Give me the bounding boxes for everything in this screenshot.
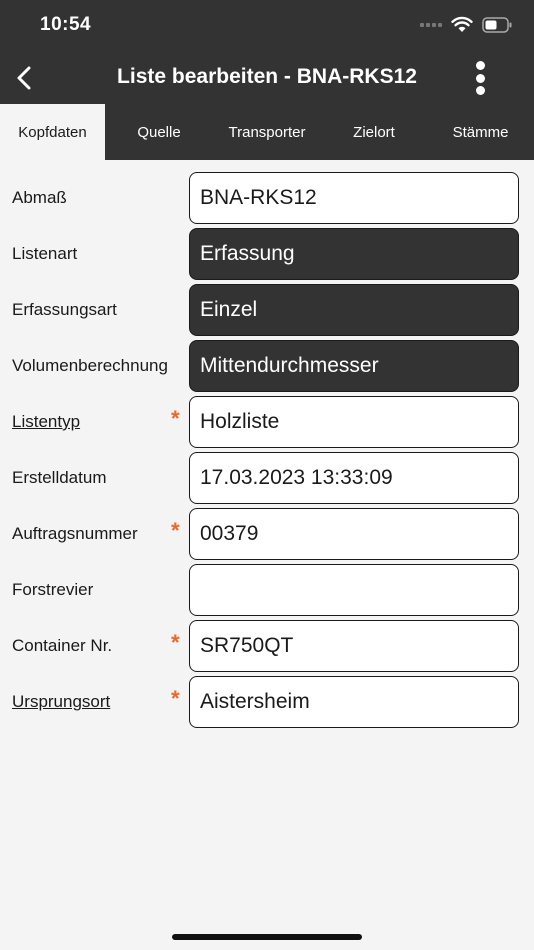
header-data-form: Abmaß BNA-RKS12 Listenart Erfassung Erfa… [0, 172, 534, 732]
abmass-field[interactable]: BNA-RKS12 [189, 172, 519, 224]
volumenberechnung-label: Volumenberechnung [12, 356, 168, 375]
forstrevier-label: Forstrevier [12, 580, 94, 599]
form-row-abmass: Abmaß BNA-RKS12 [0, 172, 534, 228]
form-row-forstrevier: Forstrevier [0, 564, 534, 620]
form-row-ursprungsort: Ursprungsort * Aistersheim [0, 676, 534, 732]
listenart-label: Listenart [12, 244, 78, 263]
form-row-volumenberechnung: Volumenberechnung Mittendurchmesser [0, 340, 534, 396]
form-row-listenart: Listenart Erfassung [0, 228, 534, 284]
required-marker: * [171, 630, 180, 655]
abmass-label: Abmaß [12, 188, 67, 207]
form-row-erfassungsart: Erfassungsart Einzel [0, 284, 534, 340]
tab-quelle[interactable]: Quelle [105, 104, 213, 160]
form-row-erstelldatum: Erstelldatum 17.03.2023 13:33:09 [0, 452, 534, 508]
tab-zielort[interactable]: Zielort [321, 104, 427, 160]
page-title: Liste bearbeiten - BNA-RKS12 [117, 65, 417, 88]
battery-icon [482, 16, 512, 33]
required-marker: * [171, 406, 180, 431]
container-nr-field[interactable]: SR750QT [189, 620, 519, 672]
tab-kopfdaten[interactable]: Kopfdaten [0, 104, 105, 160]
tab-staemme[interactable]: Stämme [427, 104, 534, 160]
erstelldatum-field[interactable]: 17.03.2023 13:33:09 [189, 452, 519, 504]
status-time: 10:54 [40, 14, 92, 35]
cellular-signal-icon [420, 22, 442, 27]
wifi-icon [451, 16, 473, 32]
erfassungsart-label: Erfassungsart [12, 300, 117, 319]
navigation-bar: Liste bearbeiten - BNA-RKS12 [0, 52, 534, 104]
erfassungsart-field: Einzel [189, 284, 519, 336]
more-vertical-icon[interactable] [474, 61, 486, 95]
listentyp-link[interactable]: Listentyp [12, 396, 172, 448]
erstelldatum-label: Erstelldatum [12, 468, 107, 487]
tab-transporter[interactable]: Transporter [213, 104, 321, 160]
listentyp-field[interactable]: Holzliste [189, 396, 519, 448]
forstrevier-field[interactable] [189, 564, 519, 616]
tab-bar: Kopfdaten Quelle Transporter Zielort Stä… [0, 104, 534, 160]
volumenberechnung-field: Mittendurchmesser [189, 340, 519, 392]
auftragsnummer-field[interactable]: 00379 [189, 508, 519, 560]
auftragsnummer-label: Auftragsnummer [12, 524, 138, 543]
status-icons [420, 16, 512, 33]
status-bar: 10:54 [0, 0, 534, 52]
required-marker: * [171, 686, 180, 711]
ursprungsort-link[interactable]: Ursprungsort [12, 676, 172, 728]
container-nr-label: Container Nr. [12, 636, 113, 655]
form-row-listentyp: Listentyp * Holzliste [0, 396, 534, 452]
listenart-field: Erfassung [189, 228, 519, 280]
required-marker: * [171, 518, 180, 543]
home-indicator[interactable] [172, 934, 362, 940]
ursprungsort-field[interactable]: Aistersheim [189, 676, 519, 728]
form-row-auftragsnummer: Auftragsnummer * 00379 [0, 508, 534, 564]
form-row-container-nr: Container Nr. * SR750QT [0, 620, 534, 676]
